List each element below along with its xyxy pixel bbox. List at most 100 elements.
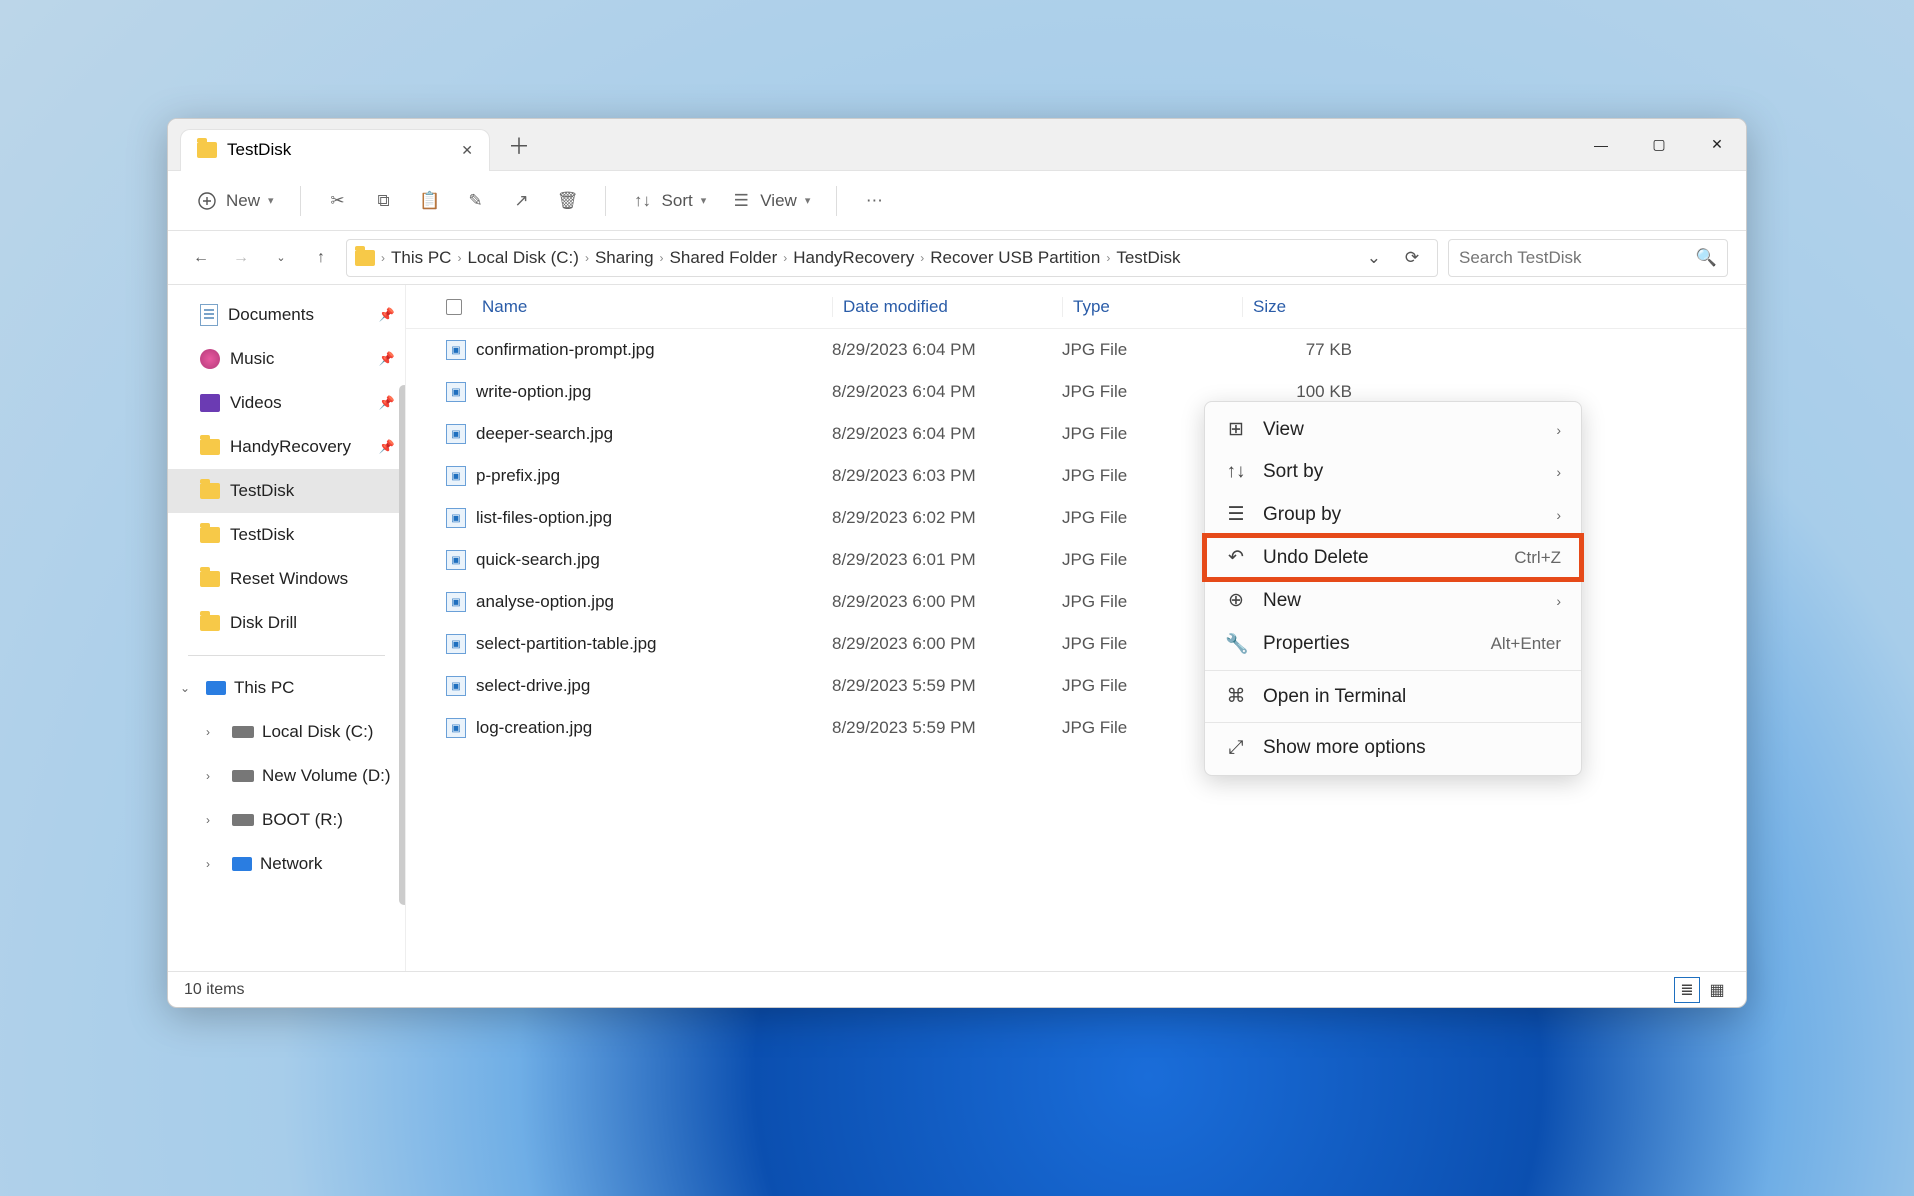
context-item-show-more-options[interactable]: ⤢ Show more options (1205, 727, 1581, 769)
delete-button[interactable]: 🗑 (547, 184, 589, 218)
chevron-down-icon: ▾ (701, 194, 707, 207)
explorer-window: TestDisk ✕ ＋ ― ▢ ✕ New ▾ ✂ ⧉ 📋 ✎ ↗ 🗑 ↑↓ … (167, 118, 1747, 1008)
crumb[interactable]: Local Disk (C:) (467, 248, 578, 268)
sidebar-item[interactable]: TestDisk (168, 469, 405, 513)
chevron-icon[interactable]: › (206, 857, 224, 871)
grid-icon: ⊞ (1225, 418, 1247, 441)
maximize-button[interactable]: ▢ (1630, 119, 1688, 171)
share-icon: ↗ (511, 190, 533, 212)
status-text: 10 items (184, 981, 244, 999)
share-button[interactable]: ↗ (501, 184, 543, 218)
col-type[interactable]: Type (1062, 297, 1242, 317)
chevron-right-icon: › (457, 251, 461, 265)
details-view-button[interactable]: ≣ (1674, 977, 1700, 1003)
chevron-right-icon: › (1556, 464, 1561, 480)
file-pane: Name Date modified Type Size ▣confirmati… (406, 285, 1746, 971)
file-name: select-drive.jpg (476, 676, 590, 696)
crumb[interactable]: Sharing (595, 248, 654, 268)
context-item-group-by[interactable]: ☰ Group by › (1205, 493, 1581, 536)
tree-item[interactable]: › Local Disk (C:) (168, 710, 405, 754)
breadcrumb-dropdown[interactable]: ⌄ (1359, 248, 1389, 268)
copy-button[interactable]: ⧉ (363, 184, 405, 218)
doc-icon (200, 304, 218, 326)
col-size[interactable]: Size (1242, 297, 1372, 317)
address-bar: ← → ⌄ ↑ › This PC›Local Disk (C:)›Sharin… (168, 231, 1746, 285)
close-tab-icon[interactable]: ✕ (461, 142, 473, 159)
tab-active[interactable]: TestDisk ✕ (180, 129, 490, 171)
file-row[interactable]: ▣confirmation-prompt.jpg 8/29/2023 6:04 … (406, 329, 1746, 371)
chevron-icon[interactable]: › (206, 769, 224, 783)
col-name[interactable]: Name (482, 297, 832, 317)
search-box[interactable]: 🔍 (1448, 239, 1728, 277)
more-button[interactable]: ⋯ (853, 184, 895, 218)
sort-icon: ↑↓ (1225, 461, 1247, 483)
shortcut-label: Ctrl+Z (1514, 548, 1561, 568)
pin-icon: 📌 (379, 307, 395, 323)
sidebar-item-label: Music (230, 349, 274, 369)
sidebar-item[interactable]: Disk Drill (168, 601, 405, 645)
rename-button[interactable]: ✎ (455, 184, 497, 218)
pc-icon (206, 681, 226, 695)
file-date: 8/29/2023 6:01 PM (832, 550, 1062, 570)
thumbnails-view-button[interactable]: ▦ (1704, 977, 1730, 1003)
folder-icon (200, 483, 220, 499)
sidebar-item[interactable]: Reset Windows (168, 557, 405, 601)
sidebar-item[interactable]: Documents 📌 (168, 293, 405, 337)
sidebar-item[interactable]: Videos 📌 (168, 381, 405, 425)
chevron-right-icon: › (1556, 593, 1561, 609)
chevron-icon[interactable]: › (206, 813, 224, 827)
tree-item[interactable]: › New Volume (D:) (168, 754, 405, 798)
refresh-button[interactable]: ⟳ (1395, 248, 1429, 268)
file-size: 100 KB (1242, 382, 1372, 402)
context-item-label: Undo Delete (1263, 547, 1369, 569)
select-all-checkbox[interactable] (446, 299, 462, 315)
crumb[interactable]: Shared Folder (670, 248, 778, 268)
new-button[interactable]: New ▾ (186, 184, 284, 218)
view-button[interactable]: ☰ View ▾ (720, 184, 820, 218)
tree-item[interactable]: › Network (168, 842, 405, 886)
chevron-right-icon: › (585, 251, 589, 265)
sidebar-item[interactable]: TestDisk (168, 513, 405, 557)
sidebar-item-label: TestDisk (230, 525, 294, 545)
close-button[interactable]: ✕ (1688, 119, 1746, 171)
chevron-down-icon: ▾ (805, 194, 811, 207)
crumb[interactable]: TestDisk (1116, 248, 1180, 268)
up-button[interactable]: ↑ (306, 243, 336, 273)
context-item-view[interactable]: ⊞ View › (1205, 408, 1581, 451)
chevron-down-icon: ▾ (268, 194, 274, 207)
file-date: 8/29/2023 6:00 PM (832, 634, 1062, 654)
context-item-new[interactable]: ⊕ New › (1205, 579, 1581, 622)
minimize-button[interactable]: ― (1572, 119, 1630, 171)
tree-item[interactable]: › BOOT (R:) (168, 798, 405, 842)
back-button[interactable]: ← (186, 243, 216, 273)
search-input[interactable] (1459, 248, 1696, 268)
tree-item[interactable]: ⌄ This PC (168, 666, 405, 710)
crumb[interactable]: This PC (391, 248, 451, 268)
cut-button[interactable]: ✂ (317, 184, 359, 218)
crumb[interactable]: Recover USB Partition (930, 248, 1100, 268)
col-date[interactable]: Date modified (832, 297, 1062, 317)
chevron-icon[interactable]: › (206, 725, 224, 739)
context-item-sort-by[interactable]: ↑↓ Sort by › (1205, 451, 1581, 493)
sidebar-item[interactable]: Music 📌 (168, 337, 405, 381)
window-controls: ― ▢ ✕ (1572, 119, 1746, 171)
recent-dropdown[interactable]: ⌄ (266, 243, 296, 273)
terminal-icon: ⌘ (1225, 685, 1247, 708)
sort-button[interactable]: ↑↓ Sort ▾ (622, 184, 717, 218)
paste-button[interactable]: 📋 (409, 184, 451, 218)
status-bar: 10 items ≣ ▦ (168, 971, 1746, 1007)
pin-icon: 📌 (379, 395, 395, 411)
breadcrumb[interactable]: › This PC›Local Disk (C:)›Sharing›Shared… (346, 239, 1438, 277)
new-tab-button[interactable]: ＋ (508, 129, 530, 161)
chevron-icon[interactable]: ⌄ (180, 681, 198, 695)
context-item-properties[interactable]: 🔧 Properties Alt+Enter (1205, 622, 1581, 666)
context-item-undo-delete[interactable]: ↶ Undo Delete Ctrl+Z (1205, 536, 1581, 579)
tree-item-label: Local Disk (C:) (262, 722, 373, 742)
crumb[interactable]: HandyRecovery (793, 248, 914, 268)
chevron-right-icon: › (1556, 422, 1561, 438)
context-item-open-in-terminal[interactable]: ⌘ Open in Terminal (1205, 675, 1581, 718)
sidebar-item[interactable]: HandyRecovery 📌 (168, 425, 405, 469)
scrollbar-thumb[interactable] (399, 385, 406, 905)
sidebar-item-label: TestDisk (230, 481, 294, 501)
forward-button[interactable]: → (226, 243, 256, 273)
